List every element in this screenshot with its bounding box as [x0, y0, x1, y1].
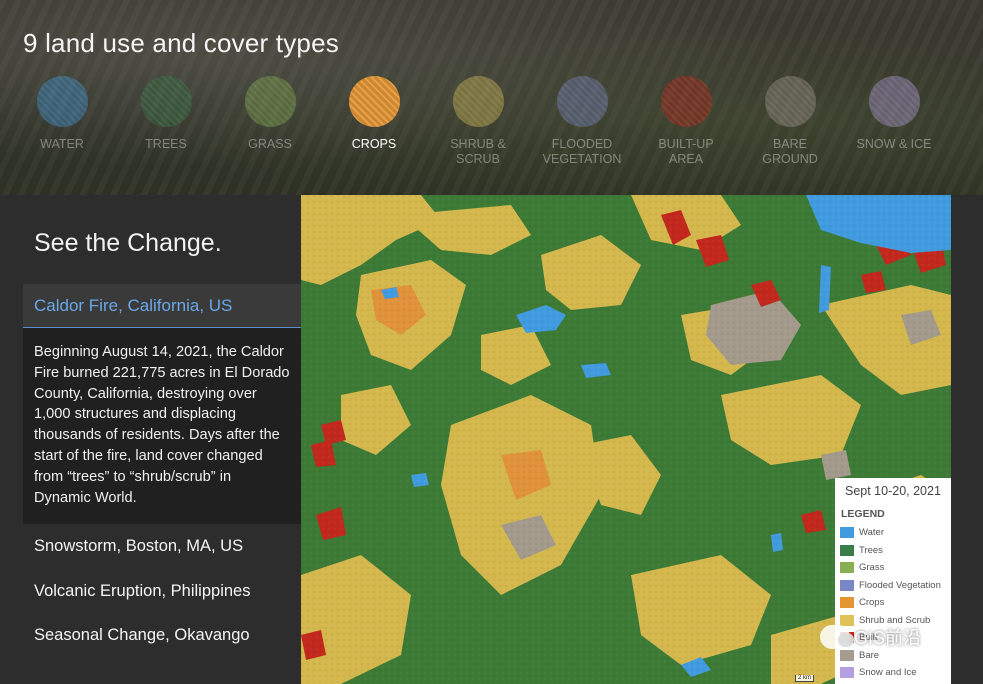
watermark-text: GIS前沿 [854, 628, 922, 648]
map-legend: Sept 10-20, 2021 LEGEND Water Trees Gras… [835, 478, 951, 684]
legend-label: Snow and Ice [859, 667, 917, 679]
legend-label: Grass [859, 562, 885, 574]
legend-item: Water [835, 524, 951, 542]
legend-label: Water [859, 527, 884, 539]
bare-ground-swatch-icon [764, 76, 816, 127]
type-grass[interactable]: GRASS [218, 76, 322, 152]
type-label: GRASS [248, 137, 292, 151]
land-cover-types: WATER TREES GRASS CROPS SHRUB & SCRUB FL… [0, 76, 983, 186]
story-panel: See the Change. Caldor Fire, California,… [0, 195, 301, 684]
type-flooded-vegetation[interactable]: FLOODED VEGETATION [530, 76, 634, 167]
legend-item: Grass [835, 559, 951, 577]
water-swatch-icon [840, 527, 854, 539]
type-bare-ground[interactable]: BARE GROUND [738, 76, 842, 167]
type-snow-ice[interactable]: SNOW & ICE [842, 76, 946, 152]
type-water[interactable]: WATER [10, 76, 114, 152]
type-shrub-scrub[interactable]: SHRUB & SCRUB [426, 76, 530, 167]
story-description: Beginning August 14, 2021, the Caldor Fi… [23, 328, 301, 525]
story-item-volcanic-eruption[interactable]: Volcanic Eruption, Philippines [23, 569, 301, 614]
grass-swatch-icon [244, 76, 296, 127]
crops-swatch-icon [840, 597, 854, 609]
type-trees[interactable]: TREES [114, 76, 218, 152]
story-item-seasonal-change[interactable]: Seasonal Change, Okavango [23, 613, 301, 658]
page-title: 9 land use and cover types [23, 28, 339, 58]
shrub-scrub-swatch-icon [452, 76, 504, 127]
wechat-icon [820, 625, 854, 649]
legend-item: Flooded Vegetation [835, 577, 951, 595]
story-item-caldor-fire[interactable]: Caldor Fire, California, US [23, 284, 301, 328]
header-banner: 9 land use and cover types WATER TREES G… [0, 0, 983, 195]
story-list: Caldor Fire, California, US Beginning Au… [23, 284, 301, 658]
type-label: CROPS [351, 137, 397, 151]
snow-ice-swatch-icon [840, 667, 854, 679]
legend-label: Flooded Vegetation [859, 579, 941, 591]
right-margin [951, 195, 983, 684]
legend-item: Snow and Ice [835, 664, 951, 682]
type-label: SNOW & ICE [856, 137, 932, 151]
legend-label: Bare [859, 649, 880, 661]
water-swatch-icon [36, 76, 88, 127]
type-crops[interactable]: CROPS [322, 76, 426, 152]
bare-swatch-icon [840, 649, 854, 661]
story-item-snowstorm-boston[interactable]: Snowstorm, Boston, MA, US [23, 524, 301, 569]
type-label: WATER [40, 137, 84, 151]
type-label: BARE GROUND [762, 137, 818, 166]
legend-date: Sept 10-20, 2021 [845, 484, 941, 498]
grass-swatch-icon [840, 562, 854, 574]
flooded-vegetation-swatch-icon [840, 579, 854, 591]
type-label: BUILT-UP AREA [658, 137, 714, 166]
type-built-up-area[interactable]: BUILT-UP AREA [634, 76, 738, 167]
snow-ice-swatch-icon [868, 76, 920, 127]
land-cover-map[interactable]: Sept 10-20, 2021 LEGEND Water Trees Gras… [301, 195, 951, 684]
type-label: TREES [145, 137, 187, 151]
built-up-swatch-icon [660, 76, 712, 127]
type-label: SHRUB & SCRUB [450, 137, 506, 166]
trees-swatch-icon [140, 76, 192, 127]
section-title: See the Change. [34, 229, 222, 257]
legend-label: Crops [859, 597, 885, 609]
legend-label: Trees [859, 544, 883, 556]
watermark: GIS前沿 [820, 624, 921, 650]
crops-swatch-icon [348, 76, 400, 127]
map-scale-bar: 2 km [795, 675, 815, 682]
flooded-vegetation-swatch-icon [556, 76, 608, 127]
legend-item: Crops [835, 594, 951, 612]
type-label: FLOODED VEGETATION [542, 137, 622, 166]
trees-swatch-icon [840, 544, 854, 556]
legend-heading: LEGEND [841, 508, 885, 520]
legend-item: Trees [835, 542, 951, 560]
